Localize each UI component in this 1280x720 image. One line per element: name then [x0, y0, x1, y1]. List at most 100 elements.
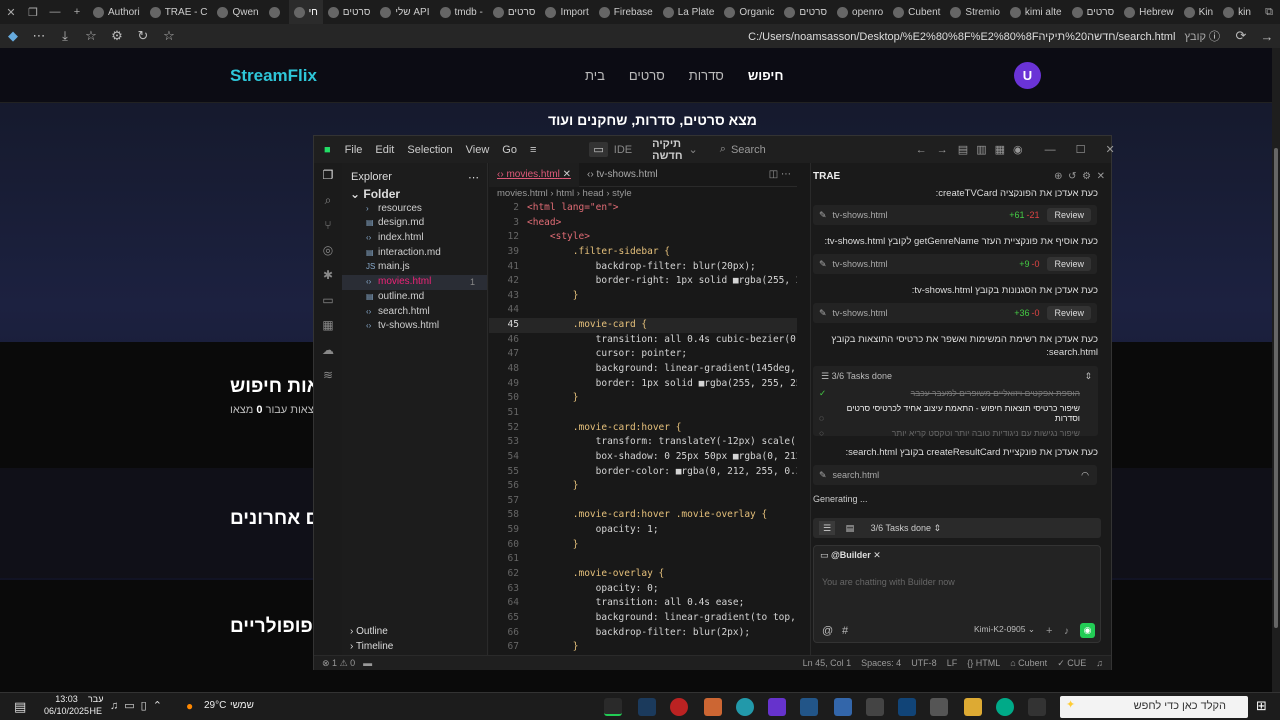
monitor-icon[interactable]: ▭ [589, 142, 608, 157]
site-logo[interactable]: StreamFlix [230, 66, 317, 86]
list-icon[interactable]: ☰ [819, 521, 836, 535]
cloud-icon[interactable]: ☁ [314, 338, 342, 363]
review-button[interactable]: Review [1047, 306, 1091, 320]
file-item[interactable]: ‹› tv-shows.html [342, 319, 487, 334]
ide-search[interactable]: Search [731, 144, 766, 156]
file-item[interactable]: ▤ outline.md [342, 290, 487, 305]
browser-tab[interactable]: Qwen [212, 0, 263, 24]
terminal-icon[interactable]: ▬ [363, 658, 372, 668]
system-tray[interactable]: ♫▭▯⌃ [110, 699, 168, 712]
page-scrollbar[interactable] [1272, 48, 1280, 692]
nav-home[interactable]: בית [585, 68, 605, 83]
menu-edit[interactable]: Edit [375, 144, 394, 156]
editor-scrollbar[interactable] [797, 163, 810, 655]
review-button[interactable]: Review [1047, 257, 1091, 271]
browser-tab[interactable] [264, 0, 289, 24]
start-icon[interactable]: ⊞ [1256, 698, 1267, 714]
browser-tab[interactable]: Authori [88, 0, 145, 24]
mode-ide[interactable]: IDE [614, 144, 632, 156]
forward-arrow-icon[interactable]: → [937, 144, 948, 156]
layout-bottom-icon[interactable]: ▥ [976, 143, 986, 156]
send-button[interactable]: ◉ [1080, 623, 1095, 638]
browser-tab[interactable]: TRAE - C [145, 0, 213, 24]
taskbar-search[interactable]: הקלד כאן כדי לחפש ✦ [1060, 696, 1248, 718]
files-icon[interactable]: ❐ [314, 163, 342, 188]
tab-actions-icon[interactable]: ⧉ [1258, 6, 1280, 19]
tab-tv-shows-html[interactable]: ‹› tv-shows.html [579, 163, 666, 187]
url-field[interactable]: C:/Users/noamsasson/Desktop/%E2%80%8F%E2… [748, 28, 1228, 44]
close-icon[interactable]: ✕ [1106, 143, 1115, 156]
settings-icon[interactable] [866, 698, 884, 716]
extensions-icon[interactable]: ⚙ [104, 28, 130, 44]
browser-tab[interactable]: kin [1218, 0, 1256, 24]
trae-app-icon[interactable] [604, 698, 622, 716]
minimize-icon[interactable]: — [1045, 144, 1056, 156]
chat-input[interactable]: You are chatting with Builder now [814, 561, 1100, 587]
folder-root[interactable]: ⌄ Folder [342, 187, 487, 202]
notification-center-icon[interactable]: ▤ [14, 699, 26, 715]
browser-tab[interactable]: Firebase [594, 0, 658, 24]
debug-icon[interactable]: ✱ [314, 263, 342, 288]
problems-indicator[interactable]: ⊗ 1 ⚠ 0 [322, 658, 355, 669]
browser-tab[interactable]: kimi alte [1005, 0, 1067, 24]
settings-icon[interactable]: ⚙ [1082, 171, 1091, 182]
menu-selection[interactable]: Selection [407, 144, 452, 156]
line-ending[interactable]: LF [947, 658, 958, 668]
more-icon[interactable]: ⋯ [26, 28, 52, 44]
browser-tab[interactable]: La Plate [658, 0, 720, 24]
tab-movies-html[interactable]: ‹› movies.html ✕ [489, 163, 579, 187]
steam-icon[interactable] [638, 698, 656, 716]
timeline-section[interactable]: › Timeline [342, 640, 393, 655]
download-icon[interactable]: ⤓ [52, 28, 78, 44]
forward-icon[interactable]: → [1254, 29, 1280, 44]
nav-search[interactable]: חיפוש [748, 68, 784, 83]
database-icon[interactable]: ≋ [314, 363, 342, 388]
task-list-header[interactable]: ☰ 3/6 Tasks done ⇕ [813, 366, 1098, 382]
clock[interactable]: 13:03 06/10/2025 [44, 693, 89, 717]
language-mode[interactable]: {} HTML [967, 658, 1000, 668]
refresh-icon[interactable]: ↻ [130, 28, 156, 44]
code-editor[interactable]: ‹› movies.html ✕ ‹› tv-shows.html ◫ ⋯ mo… [489, 163, 797, 655]
file-item[interactable]: ▤ design.md [342, 216, 487, 231]
cursor-position[interactable]: Ln 45, Col 1 [803, 658, 852, 668]
browser-tab[interactable]: סרטים [488, 0, 541, 24]
outlook-icon[interactable] [898, 698, 916, 716]
favorites-icon[interactable]: ☆ [78, 28, 104, 44]
browser-tab[interactable]: סרטים [323, 0, 376, 24]
file-item[interactable]: JS main.js [342, 260, 487, 275]
app-icon[interactable] [834, 698, 852, 716]
app-icon[interactable] [704, 698, 722, 716]
app-icon[interactable] [800, 698, 818, 716]
task-view-icon[interactable] [1028, 698, 1046, 716]
browser-tab[interactable]: openro [832, 0, 888, 24]
layout-left-icon[interactable]: ▤ [958, 143, 968, 156]
preview-icon[interactable]: ◎ [314, 238, 342, 263]
menu-view[interactable]: View [466, 144, 490, 156]
browser-tab[interactable]: שלי API [375, 0, 434, 24]
layout-right-icon[interactable]: ▦ [995, 143, 1005, 156]
extensions-icon[interactable]: ▦ [314, 313, 342, 338]
new-chat-icon[interactable]: ⊕ [1054, 171, 1062, 182]
copilot-icon[interactable]: ◆ [0, 28, 26, 44]
browser-tab[interactable]: סרטים [1067, 0, 1120, 24]
file-item[interactable]: › resources [342, 202, 487, 217]
app-icon[interactable] [768, 698, 786, 716]
close-icon[interactable]: ✕ [0, 6, 22, 19]
file-change-row[interactable]: ✎ tv-shows.html +9 -0 Review [813, 254, 1097, 274]
file-explorer-icon[interactable] [964, 698, 982, 716]
store-icon[interactable] [930, 698, 948, 716]
browser-tab[interactable]: Organic [719, 0, 779, 24]
doc-icon[interactable]: ▤ [846, 523, 855, 533]
weather-temp[interactable]: 29°C [204, 700, 226, 711]
opera-icon[interactable] [670, 698, 688, 716]
outline-section[interactable]: › Outline [342, 625, 388, 640]
nav-series[interactable]: סדרות [689, 68, 724, 83]
weather-desc[interactable]: שמשי [230, 700, 254, 711]
menu-file[interactable]: File [345, 144, 363, 156]
file-change-row[interactable]: ✎ tv-shows.html +61 -21 Review [813, 205, 1097, 225]
restore-icon[interactable]: ❐ [22, 6, 44, 19]
model-select[interactable]: Kimi-K2-0905 ⌄ [974, 624, 1035, 635]
scrollbar-thumb[interactable] [1274, 148, 1278, 628]
search-icon[interactable]: ⌕ [720, 143, 726, 156]
browser-tab[interactable]: Kin [1179, 0, 1218, 24]
